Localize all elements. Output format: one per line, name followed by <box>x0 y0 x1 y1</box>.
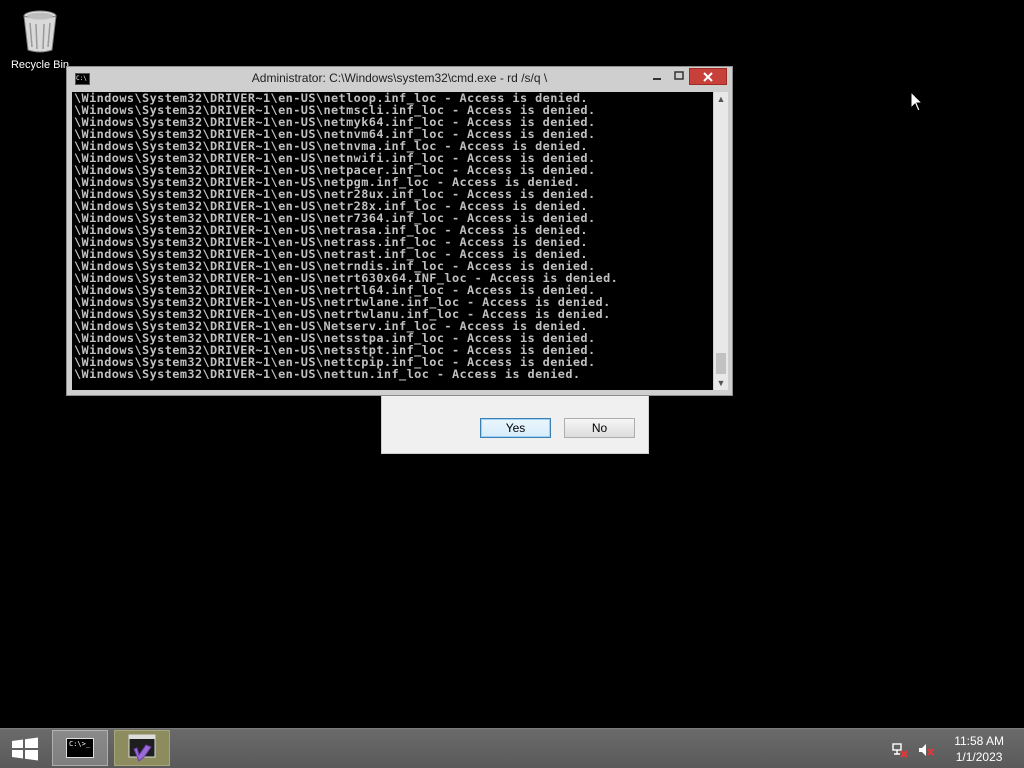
scroll-up-arrow-icon[interactable]: ▲ <box>714 92 728 106</box>
confirmation-dialog: Yes No <box>381 396 649 454</box>
taskbar-cmd-button[interactable]: C:\>_ <box>52 730 108 766</box>
recycle-bin-icon <box>23 10 57 53</box>
cmd-window[interactable]: C:\ Administrator: C:\Windows\system32\c… <box>66 66 733 396</box>
no-button[interactable]: No <box>564 418 635 438</box>
console-output[interactable]: \Windows\System32\DRIVER~1\en-US\netloop… <box>72 92 713 390</box>
mouse-cursor-icon <box>910 91 924 112</box>
taskbar-visual-studio-button[interactable] <box>114 730 170 766</box>
system-clock[interactable]: 11:58 AM 1/1/2023 <box>954 733 1004 765</box>
taskbar: C:\>_ 11:58 AM 1/1/2023 <box>0 728 1024 768</box>
volume-muted-icon[interactable] <box>917 741 935 759</box>
console-text: \Windows\System32\DRIVER~1\en-US\netloop… <box>74 92 619 381</box>
recycle-bin-label: Recycle Bin <box>10 59 70 71</box>
minimize-button[interactable] <box>646 68 668 84</box>
scrollbar-thumb[interactable] <box>716 353 726 374</box>
recycle-bin-shortcut[interactable]: Recycle Bin <box>8 8 72 71</box>
minimize-icon <box>653 78 661 80</box>
yes-button[interactable]: Yes <box>480 418 551 438</box>
clock-time: 11:58 AM <box>954 734 1004 748</box>
close-button[interactable] <box>689 68 727 85</box>
network-status-icon[interactable] <box>891 741 909 759</box>
visual-studio-installer-icon <box>128 734 156 762</box>
maximize-icon <box>674 71 684 80</box>
close-icon <box>703 71 713 82</box>
cmd-titlebar[interactable]: C:\ Administrator: C:\Windows\system32\c… <box>67 67 732 89</box>
clock-date: 1/1/2023 <box>955 750 1003 764</box>
cmd-taskbar-icon: C:\>_ <box>66 738 94 758</box>
maximize-button[interactable] <box>668 68 690 84</box>
scroll-down-arrow-icon[interactable]: ▼ <box>714 376 728 390</box>
window-title: Administrator: C:\Windows\system32\cmd.e… <box>251 71 548 85</box>
vertical-scrollbar[interactable]: ▲ ▼ <box>714 92 728 390</box>
windows-start-icon[interactable] <box>10 737 40 761</box>
